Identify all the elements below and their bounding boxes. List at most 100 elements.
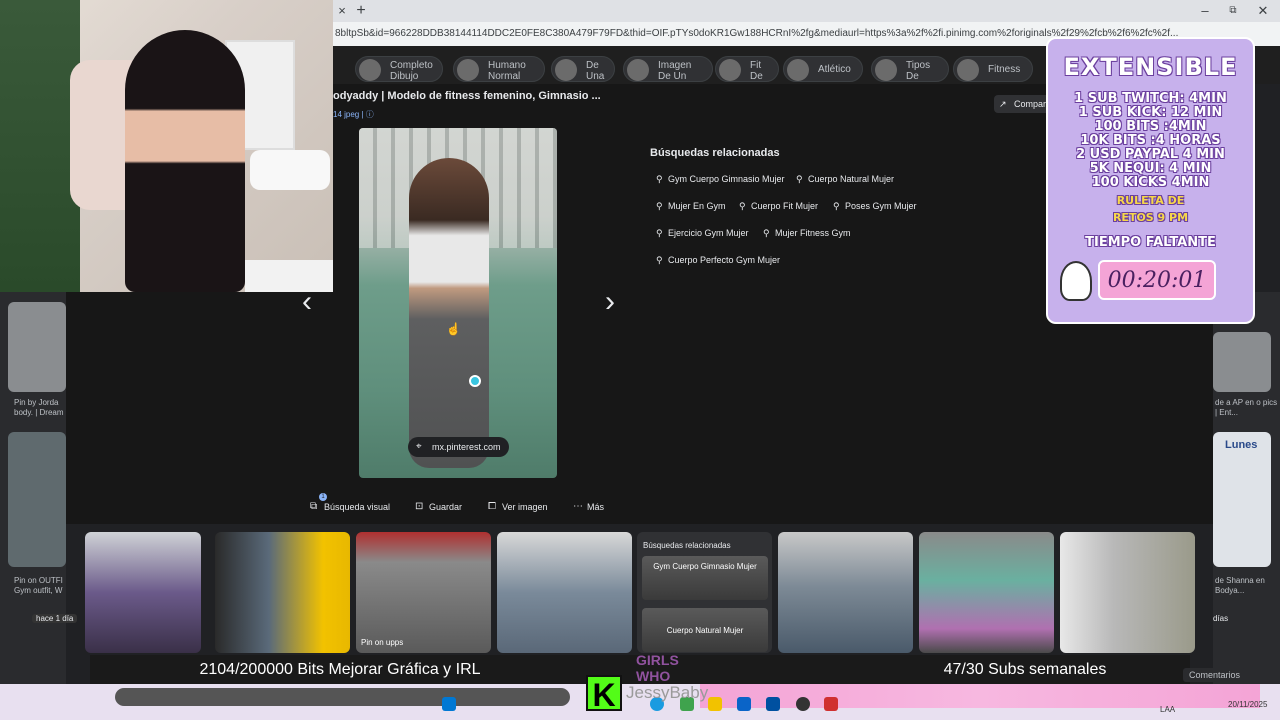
save-label: Guardar <box>429 502 463 512</box>
chip-thumbnail <box>457 59 479 81</box>
related-search-item[interactable]: ⚲ Mujer En Gym <box>654 197 726 215</box>
visual-search-label: Búsqueda visual <box>324 502 391 512</box>
bookmark-icon: ⊡ <box>415 501 424 512</box>
more-button[interactable]: ⋯ Más <box>573 500 604 514</box>
close-window-button[interactable]: ✕ <box>1254 2 1272 20</box>
chip-tipos-de[interactable]: Tipos De <box>871 56 949 82</box>
result-thumbnail[interactable] <box>8 302 66 392</box>
search-icon: ⚲ <box>656 201 663 211</box>
chip-completo-dibujo[interactable]: Completo Dibujo <box>355 56 443 82</box>
desk-item <box>245 260 333 292</box>
chip-humano-normal[interactable]: Humano Normal <box>453 56 545 82</box>
close-tab-icon[interactable]: × <box>333 2 351 20</box>
chip-atletico[interactable]: Atlético <box>783 56 863 82</box>
chip-label: Completo Dibujo <box>390 60 433 82</box>
save-button[interactable]: ⊡ Guardar <box>415 500 462 514</box>
grid-image[interactable] <box>1060 532 1195 653</box>
previous-arrow-icon[interactable]: ‹ <box>295 287 319 318</box>
result-caption[interactable]: Pin on OUTFI Gym outfit, W <box>14 576 66 596</box>
related-search-label: Cuerpo Natural Mujer <box>808 174 895 184</box>
grid-image[interactable] <box>356 532 491 653</box>
chip-thumbnail <box>875 59 897 81</box>
chip-de-una[interactable]: De Una <box>551 56 615 82</box>
windows-start-icon[interactable] <box>442 697 456 711</box>
image-title[interactable]: odyaddy | Modelo de fitness femenino, Gi… <box>333 90 601 102</box>
related-search-item[interactable]: ⚲ Cuerpo Natural Mujer <box>794 170 894 188</box>
related-search-label: Gym Cuerpo Gimnasio Mujer <box>668 174 785 184</box>
time-badge: días <box>1213 614 1229 623</box>
kick-logo: K <box>586 675 622 713</box>
store-icon[interactable] <box>766 697 780 711</box>
related-search-item[interactable]: ⚲ Cuerpo Perfecto Gym Mujer <box>654 251 780 269</box>
related-search-item[interactable]: ⚲ Gym Cuerpo Gimnasio Mujer <box>654 170 785 188</box>
widget-rule: 5K NEQUI: 4 MIN <box>1089 161 1212 176</box>
app-icon[interactable] <box>824 697 838 711</box>
chip-thumbnail <box>957 59 979 81</box>
chip-label: Imagen De Un <box>658 60 692 82</box>
search-icon: ⚲ <box>796 174 803 184</box>
app-icon[interactable] <box>796 697 810 711</box>
thumbnail-text: Lunes <box>1225 439 1258 451</box>
grid-image[interactable] <box>919 532 1054 653</box>
more-dots-icon: ⋯ <box>573 501 583 512</box>
background-text: GIRLS WHO <box>636 652 679 684</box>
related-search-label: Poses Gym Mujer <box>845 201 917 211</box>
kuromi-icon <box>1060 261 1092 301</box>
chip-fitness[interactable]: Fitness <box>953 56 1033 82</box>
grid-image[interactable] <box>497 532 632 653</box>
chip-imagen-de-un[interactable]: Imagen De Un <box>623 56 713 82</box>
image-meta: 14 jpeg | ⓘ <box>333 110 374 119</box>
outlook-icon[interactable] <box>737 697 751 711</box>
time-badge: hace 1 día <box>32 614 78 623</box>
source-pill[interactable]: ⌖ mx.pinterest.com <box>408 437 509 457</box>
widget-rule: 100 KICKS 4MIN <box>1091 175 1210 190</box>
related-card-item[interactable]: Gym Cuerpo Gimnasio Mujer <box>642 556 768 600</box>
result-thumbnail[interactable] <box>1213 432 1271 567</box>
language-indicator[interactable]: LAA <box>1160 705 1175 714</box>
next-arrow-icon[interactable]: › <box>598 287 622 318</box>
chip-label: Tipos De <box>906 60 931 82</box>
left-results-strip: Pin by Jorda body. | Dream Pin on OUTFI … <box>0 292 66 684</box>
view-image-button[interactable]: ⧠ Ver imagen <box>488 500 548 514</box>
grid-image[interactable] <box>85 532 201 653</box>
related-search-item[interactable]: ⚲ Ejercicio Gym Mujer <box>654 224 749 242</box>
comments-button[interactable]: Comentarios <box>1183 668 1247 682</box>
christmas-tree <box>0 0 80 292</box>
related-search-item[interactable]: ⚲ Mujer Fitness Gym <box>761 224 851 242</box>
taskbar-search[interactable] <box>115 688 570 706</box>
grid-image[interactable] <box>778 532 913 653</box>
restore-button[interactable]: ⧉ <box>1224 2 1242 20</box>
folder-icon[interactable] <box>708 697 722 711</box>
related-search-item[interactable]: ⚲ Poses Gym Mujer <box>831 197 917 215</box>
person-figure <box>409 158 489 468</box>
related-search-label: Mujer En Gym <box>668 201 726 211</box>
webcam-overlay <box>0 0 333 292</box>
result-thumbnail[interactable] <box>8 432 66 567</box>
search-icon: ⚲ <box>656 174 663 184</box>
related-search-item[interactable]: ⚲ Cuerpo Fit Mujer <box>737 197 818 215</box>
related-card-item[interactable]: Cuerpo Natural Mujer <box>642 608 768 652</box>
chip-label: Fitness <box>988 64 1021 75</box>
result-caption[interactable]: de Shanna en Bodya... <box>1215 576 1279 596</box>
chip-fit-de[interactable]: Fit De <box>715 56 779 82</box>
result-caption[interactable]: Pin by Jorda body. | Dream <box>14 398 66 418</box>
related-searches-heading: Búsquedas relacionadas <box>650 147 780 159</box>
sparkle-banner <box>700 684 1260 708</box>
widget-rule: 2 USD PAYPAL 4 MIN <box>1076 147 1225 162</box>
new-tab-button[interactable]: + <box>352 2 370 20</box>
taskbar-date[interactable]: 20/11/2025 <box>1228 700 1267 709</box>
visual-search-icon: ⧉ <box>310 501 318 512</box>
grid-image[interactable] <box>215 532 350 653</box>
widget-rule: 1 SUB KICK: 12 MIN <box>1078 105 1223 120</box>
related-search-label: Ejercicio Gym Mujer <box>668 228 749 238</box>
visual-search-button[interactable]: ⧉ Búsqueda visual <box>310 500 390 514</box>
minimize-button[interactable]: – <box>1196 2 1214 20</box>
pin-caption[interactable]: Pin on upps <box>361 638 403 647</box>
main-preview-image[interactable] <box>359 128 557 478</box>
result-thumbnail[interactable] <box>1213 332 1271 392</box>
visual-search-dot[interactable] <box>469 375 481 387</box>
result-caption[interactable]: de a AP en o pics | Ent... <box>1215 398 1279 418</box>
external-link-icon: ⧠ <box>488 501 496 512</box>
widget-ruleta: RETOS 9 PM <box>1112 211 1189 224</box>
widget-rule: 10K BITS :4 HORAS <box>1080 133 1221 148</box>
